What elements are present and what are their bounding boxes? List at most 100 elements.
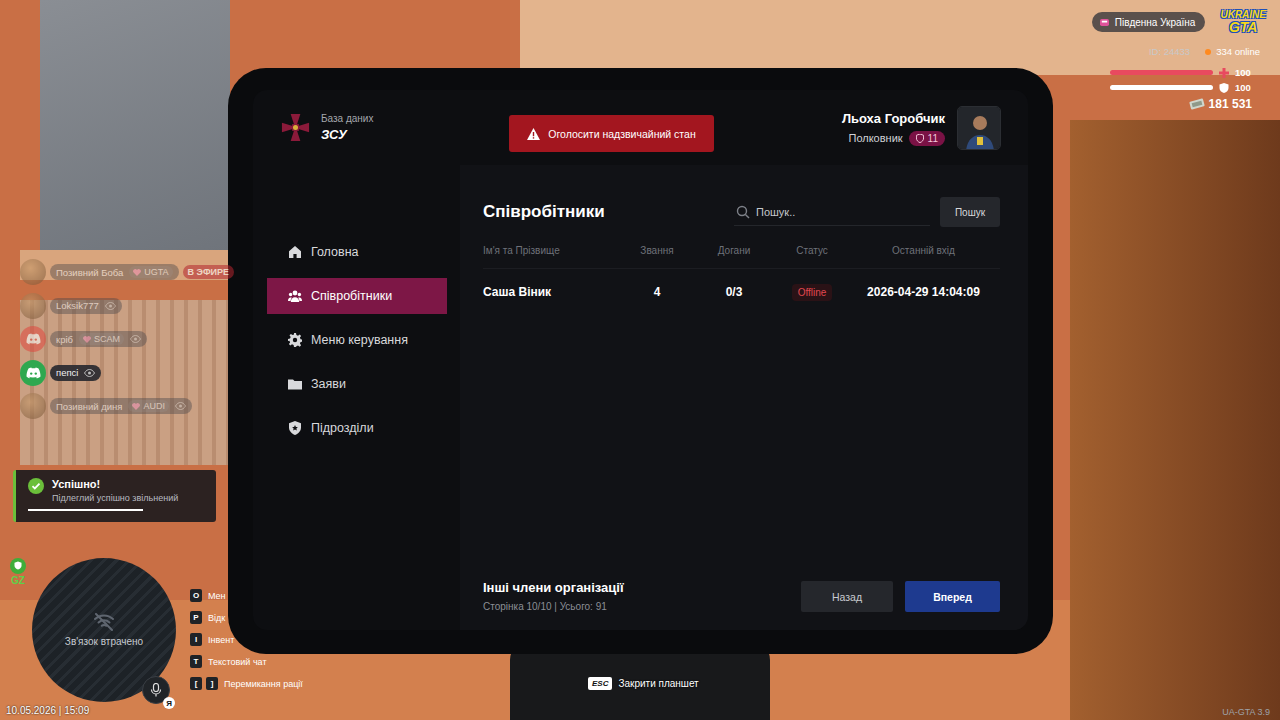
armor-row: 100: [1110, 82, 1252, 93]
player-avatar: [20, 393, 46, 419]
tag-label: UGTA: [144, 267, 168, 277]
key-cap: P: [190, 611, 202, 624]
health-bar: [1110, 70, 1213, 75]
last-login: 2026-04-29 14:04:09: [847, 285, 1000, 299]
user-name: Льоха Горобчик: [842, 111, 945, 126]
tablet: База данихЗСУ Оголосити надзвичайний стан…: [228, 68, 1053, 654]
player-avatar: [20, 293, 46, 319]
user-profile: Льоха Горобчик Полковник 11: [842, 106, 1001, 150]
vitals: 100 100 181 531: [1110, 67, 1252, 111]
nav-item[interactable]: Співробітники: [267, 278, 447, 314]
eye-icon: [84, 369, 95, 377]
voice-pill: Позивний диня AUDI: [50, 398, 192, 414]
nav-item[interactable]: Заяви: [267, 366, 447, 402]
search-icon: [736, 205, 750, 219]
no-signal-icon: [93, 613, 115, 631]
nav-label: Заяви: [311, 377, 346, 391]
employee-reprimands: 0/3: [691, 285, 777, 299]
column-header: Звання: [623, 245, 691, 256]
mic-badge: Я: [163, 697, 175, 709]
nav-item[interactable]: Підрозділи: [267, 410, 447, 446]
voice-tag: AUDI: [128, 400, 169, 412]
key-label: Перемикання рації: [224, 679, 303, 689]
voice-tag: SCAM: [79, 333, 124, 345]
heart-icon: [132, 403, 140, 410]
pagination-button[interactable]: Вперед: [905, 581, 1000, 612]
close-hint: ESCЗакрити планшет: [588, 677, 699, 690]
brand: База данихЗСУ: [280, 112, 509, 143]
notification: Успішно!Підлеглий успішно звільнений: [13, 470, 216, 522]
zone-badge: GZ: [10, 558, 26, 586]
user-avatar: [957, 106, 1001, 150]
user-rank: Полковник: [848, 132, 902, 144]
armor-value: 100: [1235, 82, 1252, 93]
online-dot-icon: [1205, 49, 1211, 55]
money: 181 531: [1189, 97, 1252, 111]
employees-table: Ім'я та ПрізвищеЗванняДоганиСтатусОстанн…: [483, 239, 1000, 315]
column-header: Ім'я та Прізвище: [483, 245, 623, 256]
pagination-button[interactable]: Назад: [801, 581, 893, 612]
discord-avatar: [20, 360, 46, 386]
close-label: Закрити планшет: [618, 678, 698, 689]
rank-level: 11: [928, 133, 938, 144]
money-value: 181 531: [1209, 97, 1252, 111]
avatar-portrait-icon: [958, 107, 1001, 150]
search-button[interactable]: Пошук: [940, 197, 1000, 227]
key-cap: I: [190, 633, 202, 646]
window: [40, 0, 230, 250]
radiator: [20, 300, 230, 465]
check-icon: [28, 478, 44, 494]
microphone-icon: [150, 683, 162, 697]
emergency-label: Оголосити надзвичайний стан: [548, 128, 695, 140]
nav-item[interactable]: Меню керування: [267, 322, 447, 358]
key-label: Інвент: [208, 635, 234, 645]
voice-pill: Позивний БобаUGTA: [50, 264, 179, 280]
region-name: Південна Україна: [1115, 17, 1196, 28]
key-cap: T: [190, 655, 202, 668]
key-label: Текстовий чат: [208, 657, 267, 667]
notification-timer: [28, 509, 208, 511]
brand-subtitle: База даних: [321, 113, 373, 124]
status-badge: Offline: [792, 284, 833, 301]
voice-name: Позивний диня: [56, 401, 122, 412]
voice-name: пепсі: [56, 367, 78, 378]
rank-shield-icon: [916, 134, 924, 143]
column-header: Догани: [691, 245, 777, 256]
tag-label: SCAM: [94, 334, 120, 344]
voice-item: Позивний БобаUGTAВ ЭФИРЕ: [20, 259, 234, 285]
discord-icon: [26, 333, 41, 345]
hud-top-right: Південна Україна UKRAINEGTA ID: 24433334 o…: [1092, 8, 1268, 111]
emergency-button[interactable]: Оголосити надзвичайний стан: [509, 115, 714, 152]
discord-icon: [26, 367, 41, 379]
voice-pill: пепсі: [50, 365, 101, 381]
voice-mic: Я: [142, 676, 170, 704]
voice-item: пепсі: [20, 360, 234, 386]
tablet-screen: База данихЗСУ Оголосити надзвичайний стан…: [253, 90, 1028, 630]
nav-item[interactable]: Головна: [267, 234, 447, 270]
nav-label: Підрозділи: [311, 421, 374, 435]
key-hint: []Перемикання рації: [190, 677, 303, 690]
eye-icon: [175, 402, 186, 410]
logo-top: UKRAINE: [1220, 10, 1266, 20]
voice-item: Позивний диня AUDI: [20, 393, 234, 419]
sidebar: Головна Співробітники Меню керування Заяви П…: [253, 165, 460, 630]
column-header: Останній вхід: [847, 245, 1000, 256]
server-stats: ID: 24433334 online: [1149, 46, 1260, 57]
footer-title: Інші члени організації: [483, 580, 624, 595]
search-input[interactable]: [756, 206, 926, 218]
notification-message: Підлеглий успішно звільнений: [52, 493, 178, 503]
key-hint: T Текстовий чат: [190, 655, 303, 668]
search-field[interactable]: [734, 199, 930, 226]
logo-bottom: GTA: [1229, 20, 1258, 34]
eye-icon: [105, 302, 116, 310]
nav-label: Меню керування: [311, 333, 408, 347]
health-icon: [1219, 68, 1229, 78]
voice-pill: крібSCAM: [50, 331, 147, 347]
zsu-emblem-icon: [280, 112, 311, 143]
pagination-info: Сторінка 10/10 | Усього: 91: [483, 601, 624, 612]
health-row: 100: [1110, 67, 1252, 78]
table-footer: Інші члени організації Сторінка 10/10 | У…: [483, 580, 1000, 612]
eye-icon: [130, 335, 141, 343]
cabinet: [1070, 120, 1280, 720]
table-row[interactable]: Саша Віник40/3Offline2026-04-29 14:04:09: [483, 269, 1000, 315]
